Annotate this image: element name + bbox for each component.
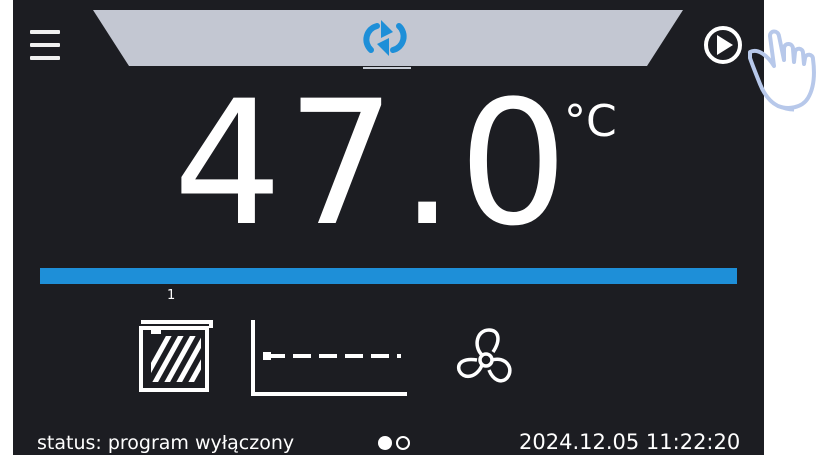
fan-icon[interactable] [449, 322, 523, 396]
play-icon[interactable] [702, 24, 744, 66]
page-indicator [378, 434, 428, 452]
page-dot-1[interactable] [378, 436, 392, 450]
program-progress-fill [40, 268, 737, 284]
device-screen: 47.0 °C 1 status: program wyłączony 2024… [13, 0, 764, 455]
temperature-unit: °C [564, 96, 617, 147]
heating-element-icon[interactable] [137, 316, 217, 394]
program-progress-bar [40, 268, 737, 284]
page-dot-2[interactable] [396, 436, 410, 450]
heater-step-number: 1 [167, 288, 176, 303]
hamburger-menu-icon[interactable] [30, 26, 62, 66]
program-status: status: program wyłączony [37, 432, 295, 454]
temperature-graph-icon[interactable] [249, 318, 409, 398]
pointing-hand-icon [748, 29, 816, 112]
current-temperature: 47.0 [173, 63, 572, 264]
program-cycle-icon[interactable] [357, 18, 413, 58]
date-time: 2024.12.05 11:22:20 [519, 430, 741, 454]
